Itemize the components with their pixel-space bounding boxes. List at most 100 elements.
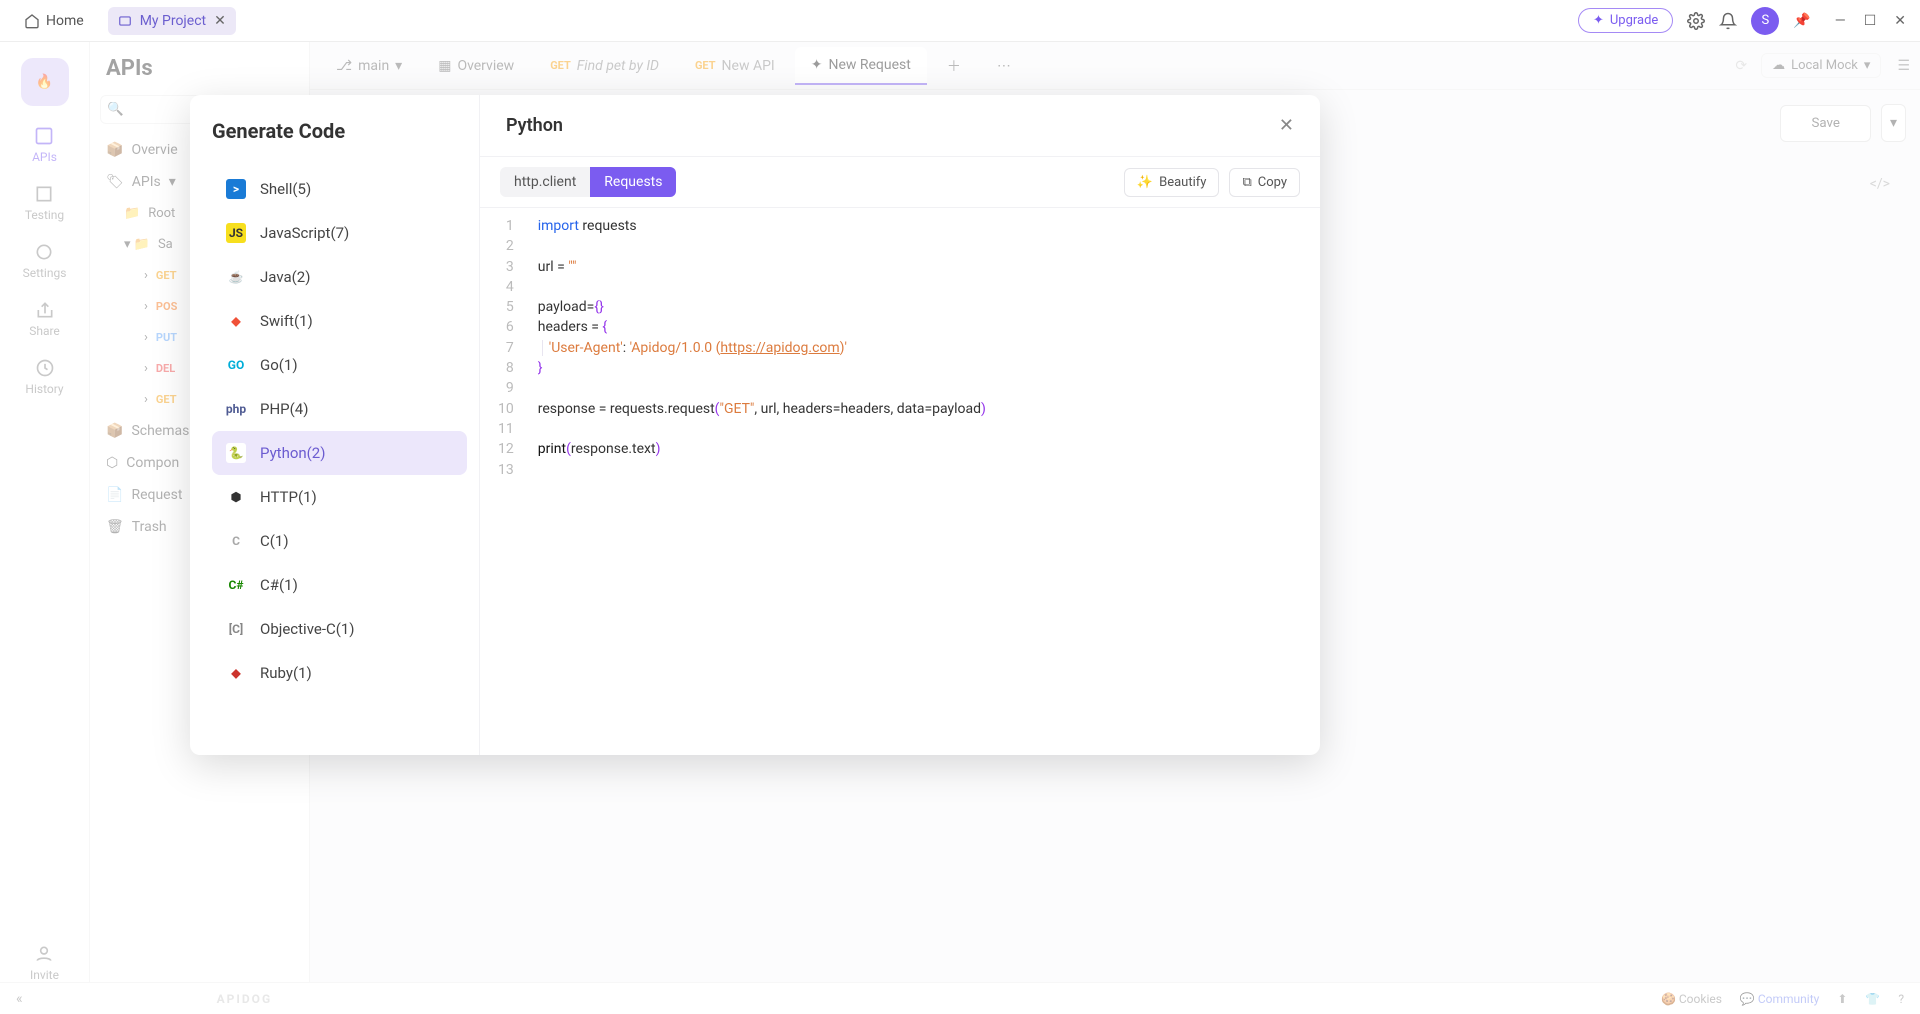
tab-findpet[interactable]: GETFind pet by ID [534,48,675,84]
lang-label: PHP(4) [260,400,308,418]
tabbar: ⎇ main ▾ ▦ Overview GETFind pet by ID GE… [310,42,1920,90]
app-logo[interactable]: 🔥 [21,58,69,106]
rail-share[interactable]: Share [29,300,60,338]
line-gutter: 12345678910111213 [480,208,528,755]
code-toggle-icon[interactable]: </> [1870,176,1890,192]
cookies-link[interactable]: 🍪 Cookies [1661,992,1722,1006]
lang-item-10[interactable]: [C] Objective-C(1) [212,607,467,651]
lang-item-4[interactable]: GO Go(1) [212,343,467,387]
maximize-icon[interactable]: ☐ [1864,13,1877,29]
minimize-icon[interactable]: — [1835,13,1846,29]
lang-icon: [C] [226,619,246,639]
tab-add[interactable]: ＋ [931,46,977,86]
generate-code-modal: Generate Code >Shell(5)JSJavaScript(7)☕J… [190,95,1320,755]
tab-newapi[interactable]: GETNew API [679,48,791,84]
close-modal-icon[interactable]: ✕ [1279,115,1294,136]
lang-icon: ⬢ [226,487,246,507]
close-window-icon[interactable]: ✕ [1894,13,1906,29]
apis-icon [34,126,54,146]
lang-icon: GO [226,355,246,375]
lang-label: Shell(5) [260,180,311,198]
rail-invite[interactable]: Invite [30,944,59,982]
lang-item-8[interactable]: C C(1) [212,519,467,563]
language-list: Generate Code >Shell(5)JSJavaScript(7)☕J… [190,95,480,755]
save-dropdown[interactable]: ▾ [1881,104,1906,142]
home-icon [24,13,40,29]
pill-requests[interactable]: Requests [590,167,676,197]
lang-item-9[interactable]: C# C#(1) [212,563,467,607]
bottombar: « APIDOG 🍪 Cookies 💬 Community ⬆ 👕 ? [0,982,1920,1014]
save-button[interactable]: Save [1780,105,1871,142]
lang-item-2[interactable]: ☕Java(2) [212,255,467,299]
settings-icon[interactable] [1687,12,1705,30]
share-icon [35,300,55,320]
menu-icon[interactable]: ☰ [1897,58,1910,74]
rail-settings[interactable]: Settings [23,242,67,280]
beautify-button[interactable]: ✨ Beautify [1124,168,1220,197]
pill-httpclient[interactable]: http.client [500,167,590,197]
env-selector[interactable]: ☁ Local Mock ▾ [1761,53,1881,78]
lang-item-3[interactable]: ◆Swift(1) [212,299,467,343]
upgrade-button[interactable]: ✦ Upgrade [1578,8,1673,33]
code-language-title: Python [506,115,563,136]
lang-item-6[interactable]: 🐍 Python(2) [212,431,467,475]
logo-icon: 🔥 [36,74,53,90]
lang-label: Go(1) [260,356,298,374]
close-tab-icon[interactable]: ✕ [214,13,226,29]
tab-overview[interactable]: ▦ Overview [422,48,530,84]
brand-label: APIDOG [217,992,273,1006]
lang-icon: JS [226,223,246,243]
left-rail: 🔥 APIs Testing Settings Share History In… [0,42,90,982]
lang-label: C#(1) [260,576,298,594]
history-icon [35,358,55,378]
collapse-icon[interactable]: « [16,991,23,1007]
titlebar: Home My Project ✕ ✦ Upgrade S 📌 — ☐ ✕ [0,0,1920,42]
upload-icon[interactable]: ⬆ [1837,992,1847,1006]
sidebar-title: APIs [100,56,299,81]
lang-icon: C [226,531,246,551]
home-button[interactable]: Home [14,7,94,35]
project-icon [118,14,132,28]
modal-title: Generate Code [212,119,467,143]
pin-icon[interactable]: 📌 [1793,13,1810,29]
lang-icon: ◆ [226,663,246,683]
testing-icon [34,184,54,204]
lang-label: Python(2) [260,444,325,462]
tab-newrequest[interactable]: ✦ New Request [795,47,927,85]
lang-icon: ☕ [226,267,246,287]
code-area[interactable]: 12345678910111213 import requests url = … [480,208,1320,755]
rail-apis[interactable]: APIs [32,126,57,164]
modal-toolbar: http.client Requests ✨ Beautify ⧉ Copy [480,156,1320,208]
code-content: import requests url = "" payload={} head… [528,208,1320,755]
lang-icon: > [226,179,246,199]
help-icon[interactable]: ? [1898,992,1904,1006]
rail-testing[interactable]: Testing [25,184,64,222]
project-tab-label: My Project [140,13,206,29]
lang-label: JavaScript(7) [260,224,349,242]
lang-label: HTTP(1) [260,488,317,506]
copy-button[interactable]: ⧉ Copy [1229,168,1300,197]
lang-icon: C# [226,575,246,595]
library-pills: http.client Requests [500,167,676,197]
project-tab[interactable]: My Project ✕ [108,7,236,35]
settings-rail-icon [34,242,54,262]
home-label: Home [46,13,84,29]
lang-label: Objective-C(1) [260,620,355,638]
lang-item-0[interactable]: > Shell(5) [212,167,467,211]
lang-label: Swift(1) [260,312,313,330]
lang-item-11[interactable]: ◆ Ruby(1) [212,651,467,695]
lang-label: Ruby(1) [260,664,312,682]
lang-item-5[interactable]: phpPHP(4) [212,387,467,431]
lang-item-1[interactable]: JS JavaScript(7) [212,211,467,255]
lang-label: C(1) [260,532,289,550]
avatar[interactable]: S [1751,7,1779,35]
lang-item-7[interactable]: ⬢ HTTP(1) [212,475,467,519]
branch-selector[interactable]: ⎇ main ▾ [320,48,418,84]
shirt-icon[interactable]: 👕 [1865,992,1880,1006]
bell-icon[interactable] [1719,12,1737,30]
refresh-icon[interactable]: ⟳ [1735,58,1747,74]
lang-icon: 🐍 [226,443,246,463]
community-link[interactable]: 💬 Community [1740,992,1819,1006]
rail-history[interactable]: History [25,358,63,396]
tab-more[interactable]: ⋯ [981,48,1027,84]
